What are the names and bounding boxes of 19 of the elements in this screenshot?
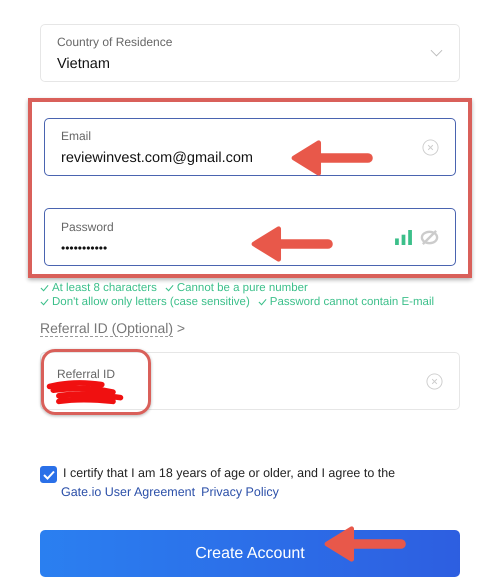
- field-label: Email: [61, 128, 92, 142]
- password-value: •••••••••••: [61, 240, 108, 254]
- terms-text: I certify that I am 18 years of age or older, and I agree to the: [63, 466, 396, 480]
- referral-toggle-link[interactable]: Referral ID (Optional) >: [40, 320, 186, 336]
- email-field[interactable]: Email reviewinvest.com@gmail.com: [44, 118, 456, 176]
- password-rule: Cannot be a pure number: [164, 282, 308, 294]
- terms-link[interactable]: Privacy Policy: [201, 485, 279, 499]
- password-rule: At least 8 characters: [40, 282, 157, 294]
- password-rule: Password cannot contain E-mail: [258, 296, 434, 308]
- field-label: Referral ID: [57, 367, 116, 381]
- password-rule: Don't allow only letters (case sensitive): [40, 296, 250, 308]
- field-label: Password: [61, 220, 115, 234]
- country-select[interactable]: Country of Residence Vietnam: [40, 24, 460, 82]
- terms-link[interactable]: Gate.io User Agreement: [61, 485, 196, 499]
- field-value: reviewinvest.com@gmail.com: [61, 150, 254, 166]
- field-value: Vietnam: [57, 56, 111, 72]
- password-field[interactable]: Password •••••••••••: [44, 208, 456, 266]
- field-label: Country of Residence: [57, 34, 174, 48]
- create-account-button[interactable]: Create Account: [40, 530, 460, 577]
